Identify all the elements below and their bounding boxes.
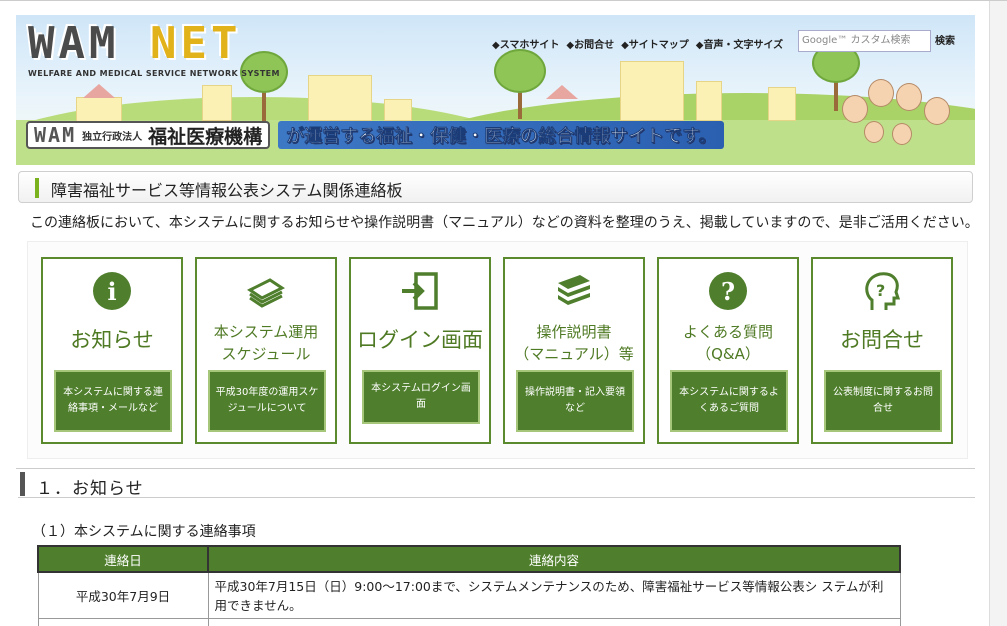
intro-text: この連絡板において、本システムに関するお知らせや操作説明書（マニュアル）などの資…: [30, 215, 979, 231]
roof-illustration: [83, 84, 115, 98]
svg-text:?: ?: [876, 281, 885, 300]
tile-title-line2: （マニュアル）等: [514, 345, 634, 363]
wamnet-logo[interactable]: WAM NET: [28, 21, 241, 67]
notices-button[interactable]: 本システムに関する連絡事項・メールなど: [54, 370, 172, 432]
calendar-icon: [246, 271, 286, 311]
tile-login[interactable]: ログイン画面 本システムログイン画面: [349, 257, 491, 444]
banner-wam-text: WAM: [34, 123, 77, 147]
page: WAM NET WELFARE AND MEDICAL SERVICE NETW…: [0, 0, 1007, 626]
table-header-row: 連絡日 連絡内容: [37, 545, 901, 573]
tile-manual[interactable]: 操作説明書 （マニュアル）等 操作説明書・記入要領など: [503, 257, 645, 444]
books-icon: [554, 271, 594, 311]
wam-corp-logo[interactable]: WAM 独立行政法人 福祉医療機構: [26, 121, 271, 149]
logo-net-text: NET: [149, 18, 242, 69]
logo-subtitle: WELFARE AND MEDICAL SERVICE NETWORK SYST…: [28, 69, 280, 78]
tile-notices[interactable]: i お知らせ 本システムに関する連絡事項・メールなど: [41, 257, 183, 444]
contact-button[interactable]: 公表制度に関するお問合せ: [824, 370, 942, 432]
tile-title-line1: 本システム運用: [213, 323, 319, 341]
info-icon: i: [92, 271, 132, 311]
table-row: [37, 617, 901, 626]
link-smartphone-site[interactable]: ◆スマホサイト: [492, 36, 559, 51]
notice-date-empty: [37, 617, 209, 626]
section-header: １．お知らせ: [18, 472, 975, 499]
banner-tagline: が運営する福祉・保健・医療の総合情報サイトです。: [278, 121, 725, 149]
login-button[interactable]: 本システムログイン画面: [362, 370, 480, 424]
scrollbar[interactable]: [989, 1, 1007, 626]
person-illustration: [896, 83, 922, 111]
schedule-button[interactable]: 平成30年度の運用スケジュールについて: [208, 370, 326, 432]
tile-title-line2: （Q&A）: [696, 345, 760, 363]
notice-date: 平成30年7月9日: [37, 571, 209, 619]
top-links: ◆スマホサイト ◆お問合せ ◆サイトマップ ◆音声・文字サイズ: [492, 36, 783, 51]
person-illustration: [864, 121, 884, 143]
tile-menu: i お知らせ 本システムに関する連絡事項・メールなど 本システム運用 スケジュー…: [27, 241, 968, 459]
column-header-content: 連絡内容: [207, 545, 901, 573]
link-voice-text-size[interactable]: ◆音声・文字サイズ: [696, 36, 783, 51]
house-illustration: [308, 75, 372, 121]
logo-wam-text: WAM: [28, 18, 120, 69]
column-header-date: 連絡日: [37, 545, 209, 573]
inquiry-head-icon: ?: [862, 271, 902, 311]
tile-title-line1: 操作説明書: [536, 323, 612, 341]
tile-schedule[interactable]: 本システム運用 スケジュール 平成30年度の運用スケジュールについて: [195, 257, 337, 444]
link-inquiry[interactable]: ◆お問合せ: [566, 36, 614, 51]
tile-title-line1: よくある質問: [682, 323, 773, 341]
tile-title: お問合せ: [840, 328, 924, 352]
page-title: 障害福祉サービス等情報公表システム関係連絡板: [51, 181, 403, 200]
person-illustration: [842, 95, 868, 123]
banner-org-text: 福祉医療機構: [148, 125, 263, 148]
search-button[interactable]: 検索: [935, 32, 955, 47]
table-row: 平成30年7月9日 平成30年7月15日（日）9:00～17:00まで、システム…: [37, 571, 901, 619]
house-illustration: [202, 85, 232, 121]
link-sitemap[interactable]: ◆サイトマップ: [621, 36, 689, 51]
tile-faq[interactable]: ? よくある質問 （Q&A） 本システムに関するよくあるご質問: [657, 257, 799, 444]
notice-content: 平成30年7月15日（日）9:00～17:00まで、システムメンテナンスのため、…: [207, 571, 901, 619]
question-icon: ?: [708, 271, 748, 311]
person-illustration: [892, 123, 912, 145]
login-door-icon: [400, 271, 440, 311]
banner-corp-text: 独立行政法人: [82, 131, 143, 143]
notices-table: 連絡日 連絡内容 平成30年7月9日 平成30年7月15日（日）9:00～17:…: [37, 545, 901, 626]
person-illustration: [924, 97, 950, 125]
title-accent-bar: [35, 178, 39, 198]
family-illustration: [834, 77, 959, 165]
notice-content-empty: [207, 617, 901, 626]
subsection-heading: （１）本システムに関する連絡事項: [32, 524, 256, 540]
section-accent-bar: [20, 472, 25, 496]
page-title-box: 障害福祉サービス等情報公表システム関係連絡板: [18, 171, 973, 203]
search-input[interactable]: Google™ カスタム検索: [798, 30, 931, 52]
house-illustration: [620, 61, 684, 121]
manual-button[interactable]: 操作説明書・記入要領など: [516, 370, 634, 432]
house-illustration: [768, 87, 796, 121]
section-heading: １．お知らせ: [36, 479, 144, 499]
tile-title-line2: スケジュール: [221, 345, 311, 363]
person-illustration: [868, 79, 894, 107]
house-illustration: [696, 81, 722, 121]
site-header: WAM NET WELFARE AND MEDICAL SERVICE NETW…: [16, 15, 975, 165]
tile-title: ログイン画面: [357, 328, 483, 352]
faq-button[interactable]: 本システムに関するよくあるご質問: [670, 370, 788, 432]
tree-illustration: [494, 49, 546, 93]
header-banner: WAM 独立行政法人 福祉医療機構 が運営する福祉・保健・医療の総合情報サイトで…: [26, 119, 725, 151]
roof-illustration: [546, 85, 578, 99]
section-divider: [16, 468, 975, 469]
tile-title: お知らせ: [70, 328, 154, 352]
tile-contact[interactable]: ? お問合せ 公表制度に関するお問合せ: [811, 257, 953, 444]
house-illustration: [384, 99, 412, 121]
